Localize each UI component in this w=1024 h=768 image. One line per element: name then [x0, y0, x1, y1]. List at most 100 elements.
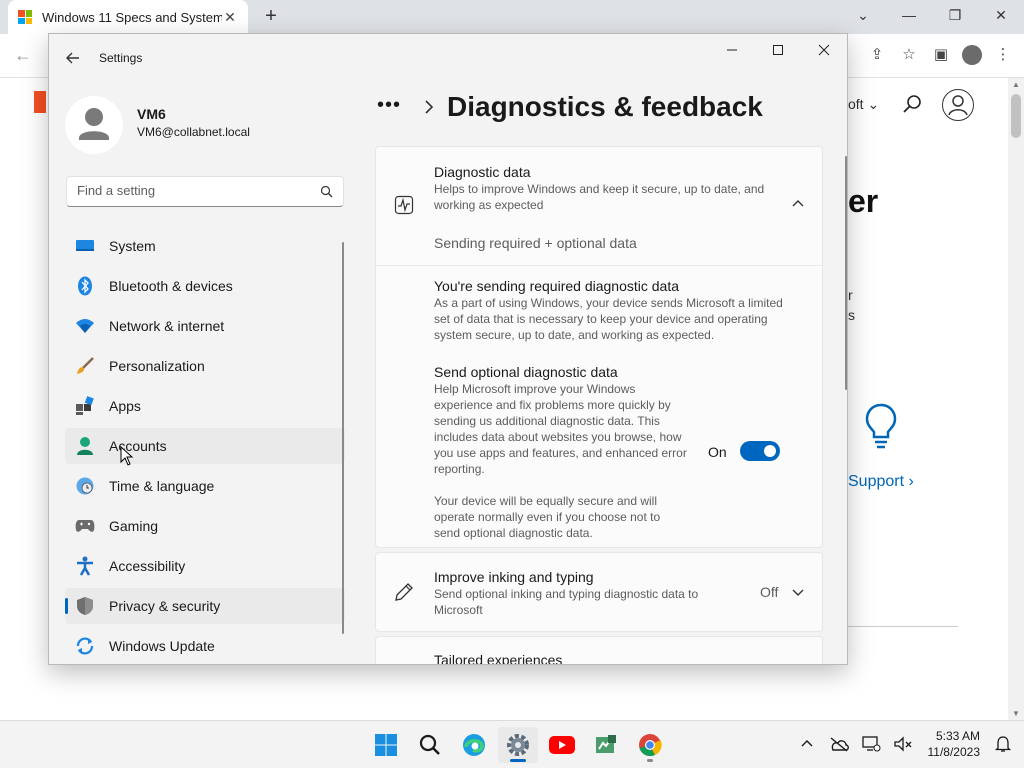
taskbar-spreadsheet-app[interactable]	[586, 727, 626, 763]
browser-close-button[interactable]: ✕	[978, 0, 1024, 30]
sidebar-item-personalization[interactable]: Personalization	[65, 348, 345, 384]
update-icon	[75, 636, 95, 656]
web-microsoft-logo[interactable]	[34, 91, 46, 113]
chevron-up-icon[interactable]	[794, 727, 820, 761]
account-icon	[75, 436, 95, 456]
sidebar-item-label: Accessibility	[109, 558, 186, 574]
diagnostic-data-card: Diagnostic data Helps to improve Windows…	[375, 146, 823, 548]
browser-tab[interactable]: Windows 11 Specs and System R ✕	[8, 0, 248, 34]
search-input[interactable]	[77, 183, 307, 198]
sidebar-item-label: Windows Update	[109, 638, 215, 654]
new-tab-button[interactable]: +	[260, 5, 282, 27]
scroll-up-arrow-icon[interactable]: ▲	[1012, 80, 1020, 89]
taskbar-chrome[interactable]	[630, 727, 670, 763]
avatar	[65, 96, 123, 154]
sidebar-item-privacy-security[interactable]: Privacy & security	[65, 588, 345, 624]
browser-tab-title: Windows 11 Specs and System R	[42, 9, 222, 25]
optional-data-desc: Help Microsoft improve your Windows expe…	[434, 382, 687, 476]
active-app-indicator	[510, 759, 526, 762]
back-arrow-icon[interactable]	[63, 48, 83, 68]
user-name: VM6	[137, 106, 166, 122]
clock-date: 11/8/2023	[927, 745, 981, 759]
settings-gear-icon	[507, 734, 529, 756]
diagnostic-data-desc: Helps to improve Windows and keep it sec…	[434, 182, 765, 212]
chevron-down-icon[interactable]	[790, 585, 806, 601]
content-scrollbar[interactable]	[845, 156, 847, 390]
sidebar-item-label: Accounts	[109, 438, 167, 454]
tab-search-icon[interactable]: ⌄	[840, 0, 886, 30]
browser-restore-button[interactable]: ❐	[932, 0, 978, 30]
browser-back-icon[interactable]: ←	[12, 44, 34, 66]
sidebar-item-gaming[interactable]: Gaming	[65, 508, 345, 544]
taskbar-youtube[interactable]	[542, 727, 582, 763]
clock-time: 5:33 AM	[935, 729, 980, 743]
tab-close-icon[interactable]: ✕	[222, 9, 238, 26]
onedrive-offline-icon[interactable]	[826, 727, 852, 761]
diagnostic-status: Sending required + optional data	[434, 235, 637, 251]
taskbar-clock[interactable]: 5:33 AM 11/8/2023	[928, 728, 981, 760]
sidebar-item-windows-update[interactable]: Windows Update	[65, 628, 345, 664]
sidebar-item-network[interactable]: Network & internet	[65, 308, 345, 344]
browser-minimize-button[interactable]: —	[886, 0, 932, 30]
browser-menu-icon[interactable]: ⋮	[992, 42, 1014, 68]
page-title: Diagnostics & feedback	[447, 91, 763, 122]
taskbar-search-button[interactable]	[410, 727, 450, 763]
support-link[interactable]: Support ›	[848, 473, 914, 491]
tailored-experiences-card[interactable]: Tailored experiences	[375, 636, 823, 664]
search-icon	[419, 734, 440, 755]
sidebar-item-label: Bluetooth & devices	[109, 278, 233, 294]
taskbar-apps	[366, 727, 670, 763]
sidebar-item-accounts[interactable]: Accounts	[65, 428, 345, 464]
system-icon	[75, 236, 95, 256]
web-nav-microsoft-menu[interactable]: oft ⌄	[848, 96, 879, 113]
maximize-button[interactable]	[755, 34, 801, 66]
sidebar-item-label: Personalization	[109, 358, 205, 374]
web-scrollbar[interactable]: ▲ ▼	[1008, 78, 1024, 720]
optional-data-toggle[interactable]	[740, 441, 780, 461]
web-heading-fragment: er	[848, 183, 879, 219]
inking-desc: Send optional inking and typing diagnost…	[434, 587, 699, 617]
network-monitor-icon[interactable]	[858, 727, 884, 761]
accessibility-icon	[75, 556, 95, 576]
improve-inking-card[interactable]: Improve inking and typing Send optional …	[375, 552, 823, 632]
notification-bell-icon[interactable]	[990, 727, 1016, 761]
window-title: Settings	[99, 51, 143, 65]
activity-pulse-icon	[394, 195, 414, 215]
minimize-button[interactable]	[709, 34, 755, 66]
sidebar-item-accessibility[interactable]: Accessibility	[65, 548, 345, 584]
sidebar-item-system[interactable]: System	[65, 228, 345, 264]
share-icon[interactable]: ⇪	[866, 42, 888, 68]
user-account-card[interactable]: VM6 VM6@collabnet.local	[65, 96, 355, 154]
web-account-icon[interactable]	[942, 89, 974, 121]
taskbar-settings[interactable]	[498, 727, 538, 763]
diagnostic-data-title: Diagnostic data	[434, 164, 531, 180]
volume-muted-icon[interactable]	[890, 727, 916, 761]
lightbulb-icon	[865, 403, 897, 449]
taskbar: 5:33 AM 11/8/2023	[0, 720, 1024, 768]
nav-scrollbar[interactable]	[342, 242, 344, 634]
bookmark-star-icon[interactable]: ☆	[898, 42, 920, 68]
optional-data-toggle-state: On	[708, 444, 727, 460]
sidebar-item-apps[interactable]: Apps	[65, 388, 345, 424]
web-scrollbar-thumb[interactable]	[1011, 94, 1021, 138]
running-app-indicator	[647, 759, 653, 762]
sidebar-item-time-language[interactable]: Time & language	[65, 468, 345, 504]
content-pane: Diagnostic data Helps to improve Windows…	[375, 146, 825, 664]
sidebar-item-label: System	[109, 238, 156, 254]
start-button[interactable]	[366, 727, 406, 763]
shield-icon	[75, 596, 95, 616]
chevron-up-icon[interactable]	[790, 195, 806, 211]
web-text-fragment: s	[848, 307, 855, 323]
sidebar-item-bluetooth[interactable]: Bluetooth & devices	[65, 268, 345, 304]
profile-avatar-icon[interactable]	[962, 45, 982, 65]
sidebar-item-label: Apps	[109, 398, 141, 414]
scroll-down-arrow-icon[interactable]: ▼	[1012, 709, 1020, 718]
find-setting-box[interactable]	[66, 176, 344, 207]
breadcrumb-overflow-button[interactable]: •••	[377, 94, 401, 117]
settings-window: Settings VM6 VM6@collabnet.local System …	[48, 33, 848, 665]
taskbar-edge[interactable]	[454, 727, 494, 763]
web-divider	[848, 626, 958, 627]
side-panel-icon[interactable]: ▣	[930, 42, 952, 68]
close-button[interactable]	[801, 34, 847, 66]
web-search-icon[interactable]	[902, 94, 922, 114]
